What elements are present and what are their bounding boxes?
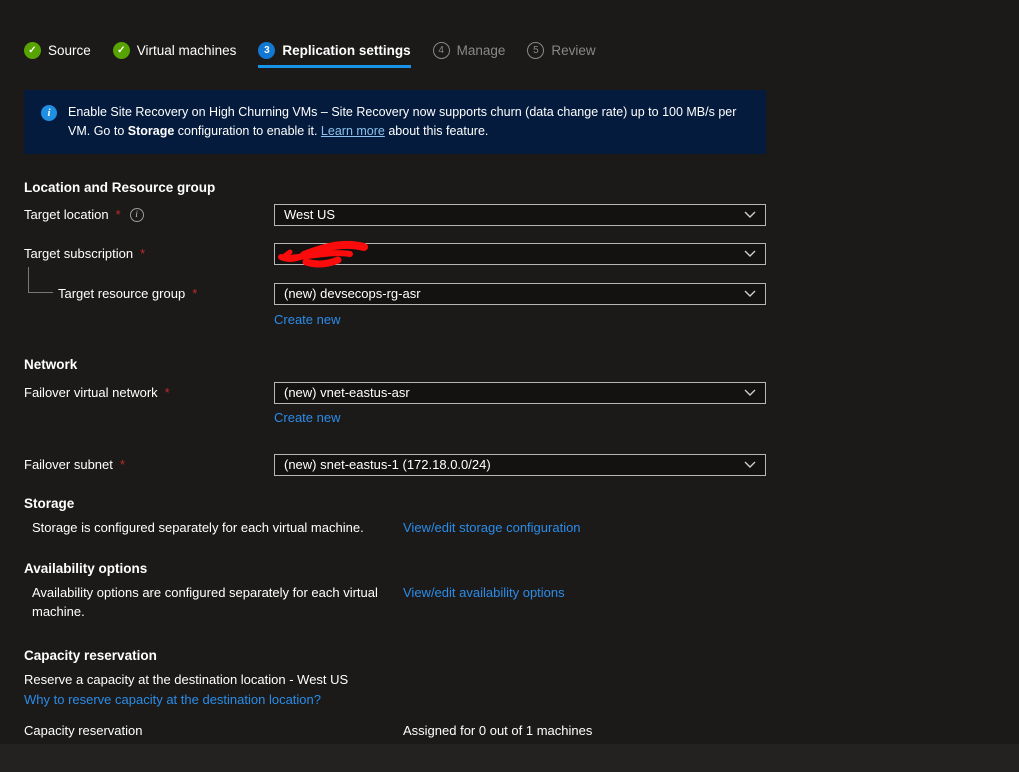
tab-source-label: Source bbox=[48, 43, 91, 58]
chevron-down-icon bbox=[744, 389, 756, 396]
failover-subnet-dropdown[interactable]: (new) snet-eastus-1 (172.18.0.0/24) bbox=[274, 454, 766, 476]
chevron-down-icon bbox=[744, 461, 756, 468]
failover-subnet-row: Failover subnet * (new) snet-eastus-1 (17… bbox=[24, 454, 766, 476]
footer-band bbox=[0, 744, 1019, 772]
location-section-heading: Location and Resource group bbox=[24, 180, 766, 195]
target-subscription-dropdown[interactable] bbox=[274, 243, 766, 265]
view-edit-availability-link[interactable]: View/edit availability options bbox=[403, 585, 565, 600]
info-icon: i bbox=[41, 105, 57, 121]
tab-manage[interactable]: 4 Manage bbox=[433, 42, 506, 68]
required-marker: * bbox=[140, 246, 145, 261]
check-circle-icon: ✓ bbox=[113, 42, 130, 59]
target-location-dropdown[interactable]: West US bbox=[274, 204, 766, 226]
create-new-resource-group-link[interactable]: Create new bbox=[274, 312, 340, 327]
storage-row: Storage is configured separately for eac… bbox=[24, 519, 766, 538]
target-subscription-row: Target subscription * bbox=[24, 243, 766, 265]
tab-review[interactable]: 5 Review bbox=[527, 42, 595, 68]
tab-virtual-machines[interactable]: ✓ Virtual machines bbox=[113, 42, 237, 68]
wizard-steps: ✓ Source ✓ Virtual machines 3 Replicatio… bbox=[24, 42, 766, 68]
failover-vnet-label: Failover virtual network bbox=[24, 385, 158, 400]
tab-replication-settings-label: Replication settings bbox=[282, 43, 410, 58]
target-location-value: West US bbox=[284, 207, 335, 222]
failover-vnet-value: (new) vnet-eastus-asr bbox=[284, 385, 410, 400]
tab-review-label: Review bbox=[551, 43, 595, 58]
availability-row: Availability options are configured sepa… bbox=[24, 584, 766, 622]
capacity-section-heading: Capacity reservation bbox=[24, 648, 766, 663]
tab-replication-settings[interactable]: 3 Replication settings bbox=[258, 42, 410, 68]
target-resource-group-row: Target resource group * (new) devsecops-r… bbox=[24, 283, 766, 305]
failover-vnet-row: Failover virtual network * (new) vnet-eas… bbox=[24, 382, 766, 404]
capacity-description: Reserve a capacity at the destination lo… bbox=[24, 671, 766, 690]
required-marker: * bbox=[165, 385, 170, 400]
banner-text-middle: configuration to enable it. bbox=[174, 124, 321, 138]
failover-vnet-label-wrap: Failover virtual network * bbox=[24, 385, 274, 400]
chevron-down-icon bbox=[744, 211, 756, 218]
tab-virtual-machines-label: Virtual machines bbox=[137, 43, 237, 58]
failover-subnet-label-wrap: Failover subnet * bbox=[24, 457, 274, 472]
availability-section-heading: Availability options bbox=[24, 561, 766, 576]
step-4-circle-icon: 4 bbox=[433, 42, 450, 59]
hierarchy-connector-line bbox=[28, 267, 53, 293]
capacity-assigned-text: Assigned for 0 out of 1 machines bbox=[403, 722, 706, 741]
info-icon[interactable]: i bbox=[130, 208, 144, 222]
target-resource-group-value: (new) devsecops-rg-asr bbox=[284, 286, 421, 301]
info-banner: i Enable Site Recovery on High Churning … bbox=[24, 90, 766, 154]
failover-subnet-label: Failover subnet bbox=[24, 457, 113, 472]
target-location-row: Target location * i West US bbox=[24, 204, 766, 226]
create-new-vnet-link[interactable]: Create new bbox=[274, 410, 340, 425]
target-resource-group-label-wrap: Target resource group * bbox=[24, 286, 274, 301]
replication-settings-page: ✓ Source ✓ Virtual machines 3 Replicatio… bbox=[0, 0, 790, 762]
check-circle-icon: ✓ bbox=[24, 42, 41, 59]
tab-manage-label: Manage bbox=[457, 43, 506, 58]
failover-subnet-value: (new) snet-eastus-1 (172.18.0.0/24) bbox=[284, 457, 491, 472]
tab-source[interactable]: ✓ Source bbox=[24, 42, 91, 68]
learn-more-link[interactable]: Learn more bbox=[321, 124, 385, 138]
step-3-circle-icon: 3 bbox=[258, 42, 275, 59]
target-subscription-label-wrap: Target subscription * bbox=[24, 246, 274, 261]
banner-text-after: about this feature. bbox=[385, 124, 489, 138]
chevron-down-icon bbox=[744, 250, 756, 257]
view-edit-storage-link[interactable]: View/edit storage configuration bbox=[403, 520, 581, 535]
failover-vnet-dropdown[interactable]: (new) vnet-eastus-asr bbox=[274, 382, 766, 404]
target-location-label-wrap: Target location * i bbox=[24, 207, 274, 222]
target-resource-group-dropdown[interactable]: (new) devsecops-rg-asr bbox=[274, 283, 766, 305]
capacity-reservation-label: Capacity reservation bbox=[24, 722, 403, 741]
target-location-label: Target location bbox=[24, 207, 109, 222]
chevron-down-icon bbox=[744, 290, 756, 297]
why-reserve-capacity-link[interactable]: Why to reserve capacity at the destinati… bbox=[24, 692, 321, 707]
availability-description: Availability options are configured sepa… bbox=[32, 584, 403, 622]
storage-description: Storage is configured separately for eac… bbox=[32, 519, 403, 538]
step-5-circle-icon: 5 bbox=[527, 42, 544, 59]
banner-storage-bold: Storage bbox=[128, 124, 175, 138]
storage-section-heading: Storage bbox=[24, 496, 766, 511]
target-subscription-label: Target subscription bbox=[24, 246, 133, 261]
required-marker: * bbox=[120, 457, 125, 472]
target-resource-group-label: Target resource group bbox=[58, 286, 185, 301]
required-marker: * bbox=[116, 207, 121, 222]
required-marker: * bbox=[192, 286, 197, 301]
network-section-heading: Network bbox=[24, 357, 766, 372]
